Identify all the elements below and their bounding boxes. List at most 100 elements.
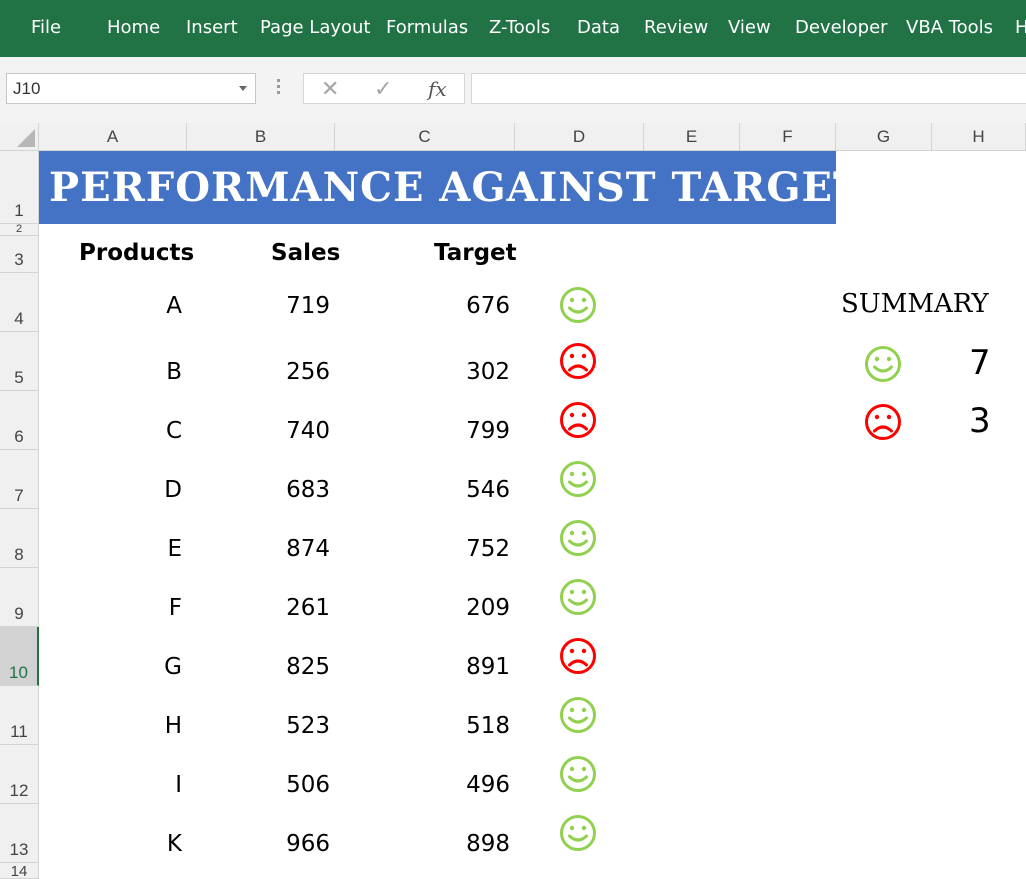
row-header-8[interactable]: 8 (0, 509, 39, 568)
cell-sales[interactable]: 825 (187, 654, 330, 680)
row-header-3[interactable]: 3 (0, 236, 39, 273)
cell-sales[interactable]: 966 (187, 831, 330, 857)
header-sales: Sales (271, 240, 341, 266)
column-header-a[interactable]: A (39, 123, 187, 151)
column-header-d[interactable]: D (515, 123, 644, 151)
cell-target[interactable]: 799 (335, 418, 510, 444)
cell-product[interactable]: I (39, 772, 182, 798)
cell-target[interactable]: 302 (335, 359, 510, 385)
cell-sales[interactable]: 874 (187, 536, 330, 562)
smiley-face-icon (560, 756, 596, 792)
cell-target[interactable]: 496 (335, 772, 510, 798)
tab-review[interactable]: Review (644, 17, 708, 38)
cell-sales[interactable]: 506 (187, 772, 330, 798)
cell-sales[interactable]: 683 (187, 477, 330, 503)
cell-sales[interactable]: 740 (187, 418, 330, 444)
ribbon-tabs: File Home Insert Page Layout Formulas Z-… (0, 0, 1026, 57)
row-number: 4 (14, 309, 24, 328)
cell-target[interactable]: 676 (335, 293, 510, 319)
column-header-h[interactable]: H (932, 123, 1026, 151)
cell-product[interactable]: F (39, 595, 182, 621)
cancel-icon[interactable]: ✕ (321, 76, 339, 102)
summary-sad-count: 3 (969, 401, 991, 441)
column-header-c[interactable]: C (335, 123, 515, 151)
enter-check-icon[interactable]: ✓ (374, 76, 392, 102)
row-header-13[interactable]: 13 (0, 804, 39, 863)
cell-target[interactable]: 518 (335, 713, 510, 739)
tab-vba-tools[interactable]: VBA Tools (906, 17, 993, 38)
tab-z-tools[interactable]: Z-Tools (489, 17, 550, 38)
cell-product[interactable]: C (39, 418, 182, 444)
row-header-1[interactable]: 1 (0, 151, 39, 224)
cell-sales[interactable]: 719 (187, 293, 330, 319)
column-header-f[interactable]: F (740, 123, 836, 151)
row-header-14[interactable]: 14 (0, 863, 39, 879)
row-header-10[interactable]: 10 (0, 627, 39, 686)
insert-function-icon[interactable]: fx (428, 77, 447, 101)
row-number: 5 (14, 368, 24, 387)
cell-target[interactable]: 546 (335, 477, 510, 503)
row-number: 13 (9, 840, 29, 859)
cell-product[interactable]: E (39, 536, 182, 562)
cell-product[interactable]: G (39, 654, 182, 680)
cell-product[interactable]: B (39, 359, 182, 385)
row-number: 6 (14, 427, 24, 446)
cell-product[interactable]: H (39, 713, 182, 739)
cell-sales[interactable]: 261 (187, 595, 330, 621)
cell-product[interactable]: K (39, 831, 182, 857)
tab-insert[interactable]: Insert (186, 17, 238, 38)
tab-formulas[interactable]: Formulas (386, 17, 468, 38)
header-target: Target (434, 240, 517, 266)
smiley-face-icon (560, 520, 596, 556)
drag-handle-icon[interactable] (277, 79, 281, 97)
cell-target[interactable]: 898 (335, 831, 510, 857)
cell-target[interactable]: 752 (335, 536, 510, 562)
frowning-face-icon (865, 404, 901, 440)
tab-developer[interactable]: Developer (795, 17, 888, 38)
row-number: 12 (9, 781, 29, 800)
tab-view[interactable]: View (728, 17, 771, 38)
smiley-face-icon (560, 461, 596, 497)
row-header-7[interactable]: 7 (0, 450, 39, 509)
formula-buttons: ✕ ✓ fx (303, 73, 465, 104)
cell-product[interactable]: D (39, 477, 182, 503)
select-all-button[interactable] (0, 123, 39, 151)
tab-page-layout[interactable]: Page Layout (260, 17, 371, 38)
column-header-b[interactable]: B (187, 123, 335, 151)
column-header-e[interactable]: E (644, 123, 740, 151)
summary-title: SUMMARY (841, 289, 989, 319)
row-header-4[interactable]: 4 (0, 273, 39, 332)
row-number: 8 (14, 545, 24, 564)
formula-input[interactable] (471, 73, 1026, 104)
cell-target[interactable]: 209 (335, 595, 510, 621)
column-header-g[interactable]: G (836, 123, 932, 151)
tab-data[interactable]: Data (577, 17, 620, 38)
sheet-title: PERFORMANCE AGAINST TARGET (39, 151, 863, 224)
smiley-face-icon (560, 697, 596, 733)
chevron-down-icon[interactable] (239, 86, 247, 91)
smiley-face-icon (560, 287, 596, 323)
cell-sales[interactable]: 523 (187, 713, 330, 739)
row-header-2[interactable]: 2 (0, 223, 39, 236)
smiley-face-icon (560, 815, 596, 851)
row-header-9[interactable]: 9 (0, 568, 39, 627)
row-number: 3 (14, 250, 24, 269)
tab-home[interactable]: Home (107, 17, 160, 38)
row-number: 11 (10, 722, 28, 741)
name-box[interactable]: J10 (6, 73, 256, 104)
cell-target[interactable]: 891 (335, 654, 510, 680)
row-header-6[interactable]: 6 (0, 391, 39, 450)
frowning-face-icon (560, 638, 596, 674)
row-number: 10 (9, 663, 28, 682)
row-number: 2 (15, 223, 23, 235)
formula-bar-area: J10 ✕ ✓ fx (0, 57, 1026, 123)
cell-sales[interactable]: 256 (187, 359, 330, 385)
cell-product[interactable]: A (39, 293, 182, 319)
row-header-5[interactable]: 5 (0, 332, 39, 391)
tab-help[interactable]: H (1015, 17, 1026, 38)
tab-file[interactable]: File (31, 17, 61, 38)
row-number: 1 (14, 201, 24, 220)
row-header-12[interactable]: 12 (0, 745, 39, 804)
row-number: 14 (10, 863, 28, 879)
row-header-11[interactable]: 11 (0, 686, 39, 745)
